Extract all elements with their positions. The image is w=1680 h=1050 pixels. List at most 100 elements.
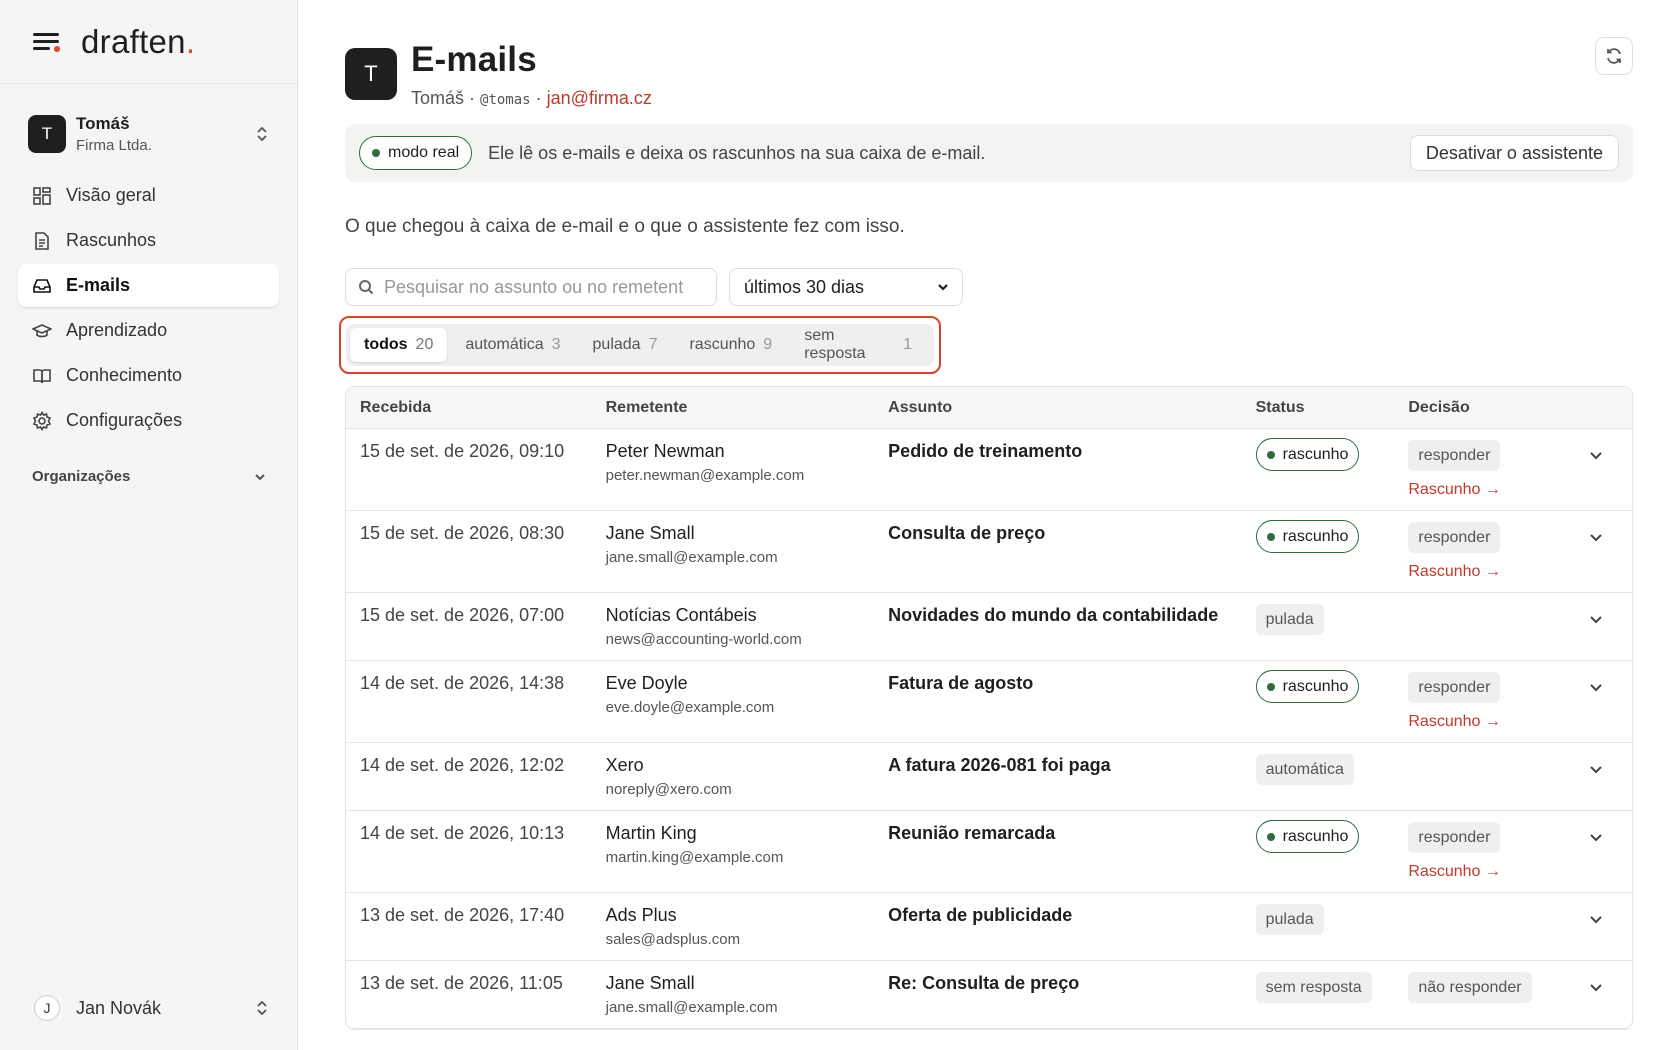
sender-name: Eve Doyle [605, 673, 688, 693]
grid-icon [33, 186, 51, 205]
tab-rascunho[interactable]: rascunho 9 [675, 328, 786, 362]
menu-icon[interactable] [33, 32, 60, 52]
draft-link[interactable]: Rascunho → [1408, 863, 1588, 881]
email-subject: Re: Consulta de preço [888, 973, 1080, 993]
received-date: 14 de set. de 2026, 10:13 [360, 823, 565, 843]
status-dot-icon [1266, 832, 1275, 841]
email-subject: A fatura 2026-081 foi paga [888, 755, 1111, 775]
sidebar-item-label: Visão geral [66, 185, 156, 205]
draft-link[interactable]: Rascunho → [1408, 713, 1588, 731]
deactivate-assistant-button[interactable]: Desativar o assistente [1409, 135, 1619, 171]
column-header[interactable]: Decisão [1408, 399, 1588, 417]
status-badge: rascunho [1255, 438, 1360, 471]
sidebar-item-visao-geral[interactable]: Visão geral [18, 174, 279, 217]
date-range-select[interactable]: últimos 30 dias [729, 268, 963, 306]
table-row[interactable]: 14 de set. de 2026, 14:38 Eve Doyle eve.do… [346, 661, 1632, 743]
sidebar-item-conhecimento[interactable]: Conhecimento [18, 354, 279, 397]
user-menu[interactable]: J Jan Novák [18, 984, 279, 1032]
decision-badge: responder [1408, 822, 1501, 853]
emails-table: Recebida Remetente Assunto Status Decisã… [345, 386, 1633, 1030]
search-input[interactable] [384, 276, 704, 298]
refresh-icon [1607, 48, 1621, 64]
status-dot-icon [1266, 532, 1275, 541]
sender-name: Martin King [605, 823, 697, 843]
status-tabs-highlight: todos 20 automática 3 pulada 7 rascunho 9 se… [339, 316, 941, 374]
sidebar-item-aprendizado[interactable]: Aprendizado [18, 309, 279, 352]
table-row[interactable]: 14 de set. de 2026, 12:02 Xero noreply@xer… [346, 743, 1632, 811]
mailbox-email[interactable]: jan@firma.cz [547, 88, 652, 108]
chevron-up-down-icon [257, 1000, 267, 1016]
filters-bar: últimos 30 dias [345, 268, 1633, 306]
organizations-toggle[interactable]: Organizações [18, 468, 279, 485]
draft-link[interactable]: Rascunho → [1408, 563, 1588, 581]
expand-chevron-icon[interactable] [1588, 529, 1604, 545]
column-header[interactable]: Assunto [888, 399, 1255, 417]
status-badge: sem resposta [1255, 972, 1372, 1003]
sender-email: peter.newman@example.com [605, 467, 805, 484]
mode-badge: modo real [359, 136, 473, 170]
table-row[interactable]: 15 de set. de 2026, 09:10 Peter Newman pet… [346, 429, 1632, 511]
received-date: 15 de set. de 2026, 09:10 [360, 441, 565, 461]
status-badge: pulada [1255, 904, 1324, 935]
main-content: T E-mails Tomáš · @tomas · jan@firma.cz … [339, 0, 1633, 1050]
page-header: T E-mails Tomáš · @tomas · jan@firma.cz [345, 0, 1633, 108]
sender-name: Ads Plus [605, 905, 677, 925]
account-name: Tomáš [76, 114, 130, 133]
assistant-banner: modo real Ele lê os e-mails e deixa os r… [345, 124, 1633, 182]
status-badge: rascunho [1255, 820, 1360, 853]
sidebar-item-label: Aprendizado [66, 320, 168, 340]
table-row[interactable]: 15 de set. de 2026, 08:30 Jane Small jane.… [346, 511, 1632, 593]
expand-chevron-icon[interactable] [1588, 611, 1604, 627]
table-row[interactable]: 13 de set. de 2026, 11:05 Jane Small jane.… [346, 961, 1632, 1029]
sidebar-item-configuracoes[interactable]: Configurações [18, 399, 279, 442]
table-row[interactable]: 13 de set. de 2026, 17:40 Ads Plus sales@a… [346, 893, 1632, 961]
column-header[interactable]: Status [1256, 399, 1409, 417]
email-subject: Fatura de agosto [888, 673, 1034, 693]
status-dot-icon [1266, 682, 1275, 691]
table-row[interactable]: 15 de set. de 2026, 07:00 Notícias Contáb… [346, 593, 1632, 661]
expand-chevron-icon[interactable] [1588, 679, 1604, 695]
sender-email: sales@adsplus.com [605, 931, 741, 948]
sidebar-item-label: Rascunhos [66, 230, 157, 250]
sidebar-item-label: E-mails [66, 275, 131, 295]
column-header[interactable]: Remetente [606, 399, 889, 417]
received-date: 15 de set. de 2026, 07:00 [360, 605, 565, 625]
received-date: 15 de set. de 2026, 08:30 [360, 523, 565, 543]
sidebar-item-emails[interactable]: E-mails [18, 264, 279, 307]
expand-chevron-icon[interactable] [1588, 911, 1604, 927]
received-date: 13 de set. de 2026, 11:05 [360, 973, 563, 993]
search-box[interactable] [345, 268, 717, 306]
mailbox-handle: @tomas [480, 92, 531, 108]
expand-chevron-icon[interactable] [1588, 447, 1604, 463]
inbox-icon [33, 278, 51, 293]
table-row[interactable]: 14 de set. de 2026, 10:13 Martin King mart… [346, 811, 1632, 893]
account-switcher[interactable]: T Tomáš Firma Ltda. [18, 104, 279, 164]
expand-chevron-icon[interactable] [1588, 829, 1604, 845]
account-avatar: T [28, 115, 66, 153]
banner-text: Ele lê os e-mails e deixa os rascunhos n… [488, 142, 986, 163]
column-header[interactable]: Recebida [346, 399, 606, 417]
refresh-button[interactable] [1595, 37, 1633, 75]
tab-pulada[interactable]: pulada 7 [579, 328, 672, 362]
sidebar-item-label: Conhecimento [66, 365, 183, 385]
sender-email: news@accounting-world.com [605, 631, 802, 648]
sender-name: Jane Small [605, 973, 695, 993]
graduation-cap-icon [32, 323, 52, 337]
brand-logo[interactable]: draften. [81, 23, 195, 61]
sidebar-nav: Visão geral Rascunhos E-mails Aprendizad… [0, 174, 297, 442]
page-title: E-mails [411, 40, 537, 79]
tab-todos[interactable]: todos 20 [350, 328, 448, 362]
draft-link[interactable]: Rascunho → [1408, 481, 1588, 499]
brand-bar: draften. [0, 0, 297, 84]
decision-badge: não responder [1408, 972, 1532, 1003]
tab-automatica[interactable]: automática 3 [451, 328, 574, 362]
table-header: Recebida Remetente Assunto Status Decisã… [346, 387, 1632, 429]
expand-chevron-icon[interactable] [1588, 979, 1604, 995]
email-subject: Pedido de treinamento [888, 441, 1083, 461]
tab-sem-resposta[interactable]: sem resposta 1 [790, 327, 926, 362]
sidebar-item-rascunhos[interactable]: Rascunhos [18, 219, 279, 262]
received-date: 14 de set. de 2026, 14:38 [360, 673, 565, 693]
document-icon [35, 231, 49, 250]
sender-name: Xero [605, 755, 644, 775]
expand-chevron-icon[interactable] [1588, 761, 1604, 777]
